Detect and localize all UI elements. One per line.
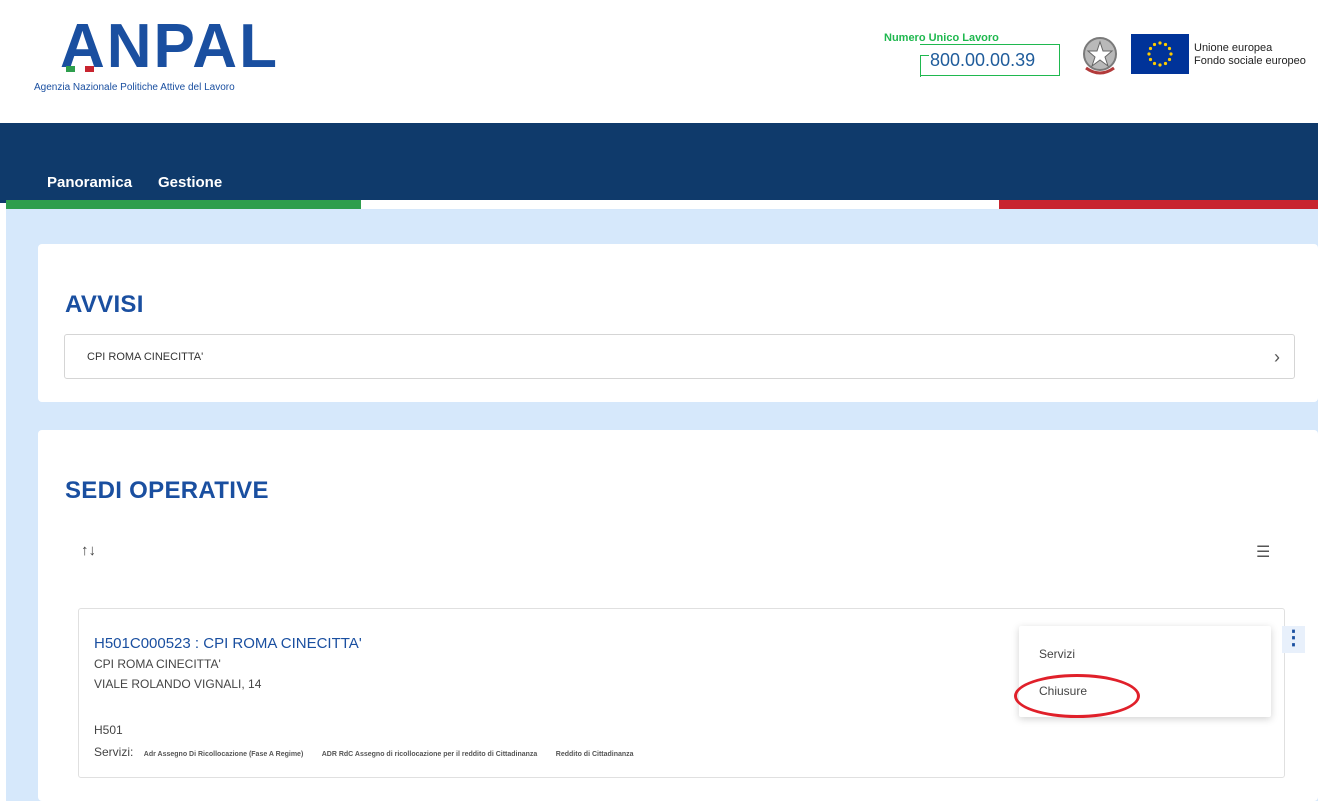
main-navbar: Panoramica Gestione [0, 123, 1318, 203]
sede-servizi-row: Servizi: Adr Assegno Di Ricollocazione (… [94, 743, 634, 761]
hotline-block: Numero Unico Lavoro 800.00.00.39 [884, 32, 1062, 77]
list-view-icon[interactable]: ☰ [1256, 542, 1270, 562]
hotline-label: Numero Unico Lavoro [884, 32, 999, 44]
sort-arrows-icon[interactable]: ↑↓ [81, 542, 96, 559]
italian-republic-emblem-icon [1083, 37, 1117, 75]
avvisi-item-label: CPI ROMA CINECITTA' [87, 351, 204, 363]
kebab-menu-icon[interactable]: ⋮ [1282, 626, 1305, 653]
servizio-tag: ADR RdC Assegno di ricollocazione per il… [321, 751, 538, 758]
logo-flag-icon [66, 66, 94, 72]
tricolor-divider [6, 200, 1318, 209]
logo-subtitle: Agenzia Nazionale Politiche Attive del L… [34, 82, 235, 93]
nav-item-panoramica[interactable]: Panoramica [47, 174, 132, 191]
sede-title-link[interactable]: H501C000523 : CPI ROMA CINECITTA' [94, 635, 362, 652]
sede-card: H501C000523 : CPI ROMA CINECITTA' CPI RO… [78, 608, 1305, 778]
sedi-operative-card: SEDI OPERATIVE ↑↓ ☰ H501C000523 : CPI RO… [38, 430, 1318, 801]
eu-flag-icon [1131, 34, 1189, 74]
eu-caption: Unione europea Fondo sociale europeo [1194, 42, 1306, 68]
chevron-right-icon: › [1274, 347, 1280, 367]
avvisi-item-row[interactable]: CPI ROMA CINECITTA' › [64, 334, 1295, 379]
servizi-label: Servizi: [94, 745, 134, 759]
site-header: ANPAL Agenzia Nazionale Politiche Attive… [0, 0, 1318, 123]
nav-item-gestione[interactable]: Gestione [158, 174, 222, 191]
hotline-number: 800.00.00.39 [930, 50, 1036, 70]
sedi-operative-title: SEDI OPERATIVE [65, 477, 269, 504]
servizio-tag: Reddito di Cittadinanza [555, 751, 634, 758]
sede-code: H501 [94, 723, 123, 737]
menu-item-chiusure[interactable]: Chiusure [1039, 684, 1087, 698]
avvisi-title: AVVISI [65, 291, 144, 318]
eu-caption-line2: Fondo sociale europeo [1194, 55, 1306, 67]
anpal-logo[interactable]: ANPAL Agenzia Nazionale Politiche Attive… [34, 12, 294, 97]
menu-item-servizi[interactable]: Servizi [1039, 647, 1075, 661]
servizio-tag: Adr Assegno Di Ricollocazione (Fase A Re… [143, 751, 304, 758]
sede-actions-menu: Servizi Chiusure [1019, 626, 1271, 717]
eu-caption-line1: Unione europea [1194, 42, 1273, 54]
avvisi-card: AVVISI CPI ROMA CINECITTA' › [38, 244, 1318, 402]
sede-name: CPI ROMA CINECITTA' [94, 657, 221, 671]
eu-stars-icon [1147, 41, 1173, 67]
sede-address: VIALE ROLANDO VIGNALI, 14 [94, 677, 262, 691]
